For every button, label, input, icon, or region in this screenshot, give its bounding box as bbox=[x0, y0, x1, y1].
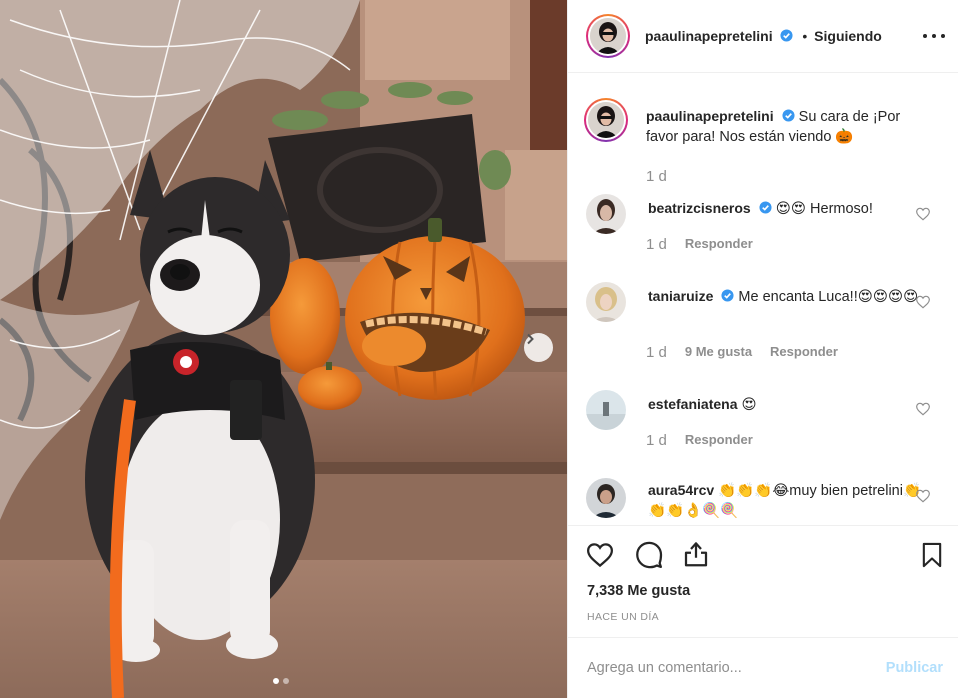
comment-composer: Publicar bbox=[568, 637, 958, 698]
post-timestamp[interactable]: HACE UN DÍA bbox=[587, 611, 659, 623]
comment-age[interactable]: 1 d bbox=[646, 344, 667, 361]
comment-text: 😍 bbox=[741, 397, 757, 413]
bookmark-icon[interactable] bbox=[918, 540, 946, 570]
caption-age[interactable]: 1 d bbox=[646, 168, 667, 185]
verified-badge-icon bbox=[782, 109, 795, 122]
verified-badge-icon bbox=[721, 289, 734, 302]
post-side-panel: paaulinapepretelini • Siguiendo paaulina… bbox=[567, 0, 958, 698]
likes-count[interactable]: 7,338 Me gusta bbox=[587, 583, 690, 599]
comment-item: taniaruize Me encanta Luca!!😍😍😍😍 bbox=[586, 282, 923, 322]
comment-avatar[interactable] bbox=[586, 478, 626, 518]
author-avatar[interactable] bbox=[586, 14, 630, 58]
comment-item: beatrizcisneros 😍😍 Hermoso! bbox=[586, 194, 923, 234]
more-options-icon[interactable] bbox=[923, 26, 945, 46]
publish-button[interactable]: Publicar bbox=[886, 660, 943, 676]
comment-meta: 1 d Responder bbox=[646, 236, 753, 253]
caption: paaulinapepretelini Su cara de ¡Por favo… bbox=[584, 98, 921, 147]
comment-like-heart-icon[interactable] bbox=[915, 401, 931, 417]
comment-meta: 1 d Responder bbox=[646, 432, 753, 449]
comment-username[interactable]: aura54rcv bbox=[648, 482, 714, 498]
verified-badge-icon bbox=[759, 201, 772, 214]
comment-text: 😍😍 Hermoso! bbox=[775, 201, 873, 217]
verified-badge-icon bbox=[780, 29, 794, 42]
post-actions: 7,338 Me gusta HACE UN DÍA bbox=[568, 525, 958, 623]
comment-age[interactable]: 1 d bbox=[646, 236, 667, 253]
carousel-dot bbox=[283, 678, 289, 684]
comment-item: aura54rcv 👏👏👏😂muy bien petrelini👏👏👏👌🍭🍭 bbox=[586, 478, 923, 521]
comment-like-heart-icon[interactable] bbox=[915, 206, 931, 222]
comment-avatar[interactable] bbox=[586, 282, 626, 322]
following-button[interactable]: Siguiendo bbox=[814, 28, 882, 44]
chevron-right-icon bbox=[527, 333, 534, 345]
next-photo-button[interactable] bbox=[524, 333, 553, 362]
reply-button[interactable]: Responder bbox=[685, 432, 753, 449]
share-icon[interactable] bbox=[681, 539, 711, 569]
comment-like-heart-icon[interactable] bbox=[915, 488, 931, 504]
comment-avatar[interactable] bbox=[586, 194, 626, 234]
comment-input[interactable] bbox=[587, 660, 886, 676]
comment-username[interactable]: beatrizcisneros bbox=[648, 200, 751, 216]
heart-icon[interactable] bbox=[585, 540, 615, 570]
comment-username[interactable]: taniaruize bbox=[648, 288, 713, 304]
reply-button[interactable]: Responder bbox=[685, 236, 753, 253]
carousel-indicator bbox=[273, 678, 289, 684]
caption-meta: 1 d bbox=[646, 168, 667, 185]
comment-age[interactable]: 1 d bbox=[646, 432, 667, 449]
caption-author-avatar[interactable] bbox=[584, 98, 628, 142]
comment-item: estefaniatena 😍 bbox=[586, 390, 923, 430]
post-image bbox=[0, 0, 567, 698]
comment-avatar[interactable] bbox=[586, 390, 626, 430]
post-photo[interactable] bbox=[0, 0, 567, 698]
author-username[interactable]: paaulinapepretelini bbox=[645, 28, 773, 44]
comment-meta: 1 d 9 Me gusta Responder bbox=[646, 344, 838, 361]
carousel-dot-active bbox=[273, 678, 279, 684]
comments-list[interactable]: paaulinapepretelini Su cara de ¡Por favo… bbox=[568, 74, 958, 524]
post-header: paaulinapepretelini • Siguiendo bbox=[568, 0, 958, 73]
caption-username[interactable]: paaulinapepretelini bbox=[646, 108, 774, 124]
comment-like-heart-icon[interactable] bbox=[915, 294, 931, 310]
comment-likes-count[interactable]: 9 Me gusta bbox=[685, 344, 752, 361]
separator-dot: • bbox=[802, 28, 808, 44]
comment-text: Me encanta Luca!!😍😍😍😍 bbox=[738, 289, 919, 305]
comment-bubble-icon[interactable] bbox=[634, 540, 664, 570]
reply-button[interactable]: Responder bbox=[770, 344, 838, 361]
comment-username[interactable]: estefaniatena bbox=[648, 396, 737, 412]
